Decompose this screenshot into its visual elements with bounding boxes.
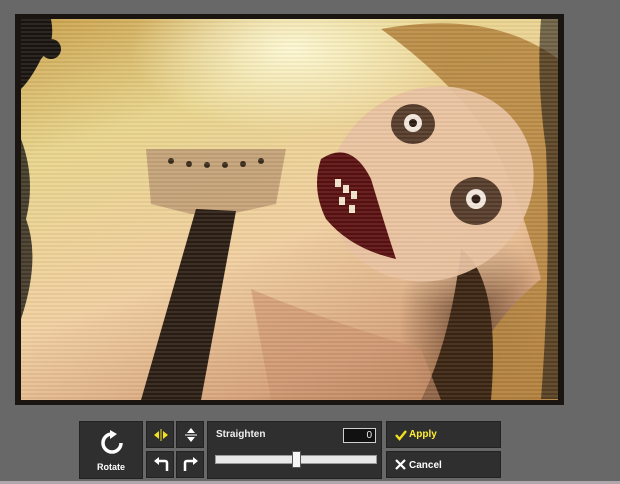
checkmark-icon — [395, 430, 407, 441]
edited-photo — [21, 19, 558, 400]
flip-horizontal-icon — [154, 429, 168, 441]
apply-label: Apply — [409, 429, 437, 440]
straighten-slider[interactable] — [215, 451, 377, 468]
straighten-panel: Straighten 0 — [207, 421, 382, 479]
straighten-slider-thumb[interactable] — [292, 451, 301, 468]
cancel-button[interactable]: Cancel — [386, 451, 501, 478]
straighten-value-input[interactable]: 0 — [343, 428, 376, 443]
close-icon — [395, 459, 406, 470]
straighten-label: Straighten — [216, 429, 266, 440]
flip-vertical-icon — [185, 428, 197, 442]
flip-vertical-button[interactable] — [176, 421, 204, 448]
rotate-button[interactable]: Rotate — [79, 421, 143, 479]
cancel-label: Cancel — [409, 460, 442, 471]
rotate-left-button[interactable] — [146, 451, 174, 478]
scanline-texture — [21, 19, 558, 400]
rotate-left-icon — [154, 457, 169, 471]
edit-toolbar: Rotate Straighten 0 Apply Cancel — [79, 421, 503, 479]
rotate-clockwise-icon — [101, 430, 123, 454]
photo-canvas — [15, 14, 564, 405]
apply-button[interactable]: Apply — [386, 421, 501, 448]
rotate-right-icon — [183, 457, 198, 471]
rotate-right-button[interactable] — [176, 451, 204, 478]
flip-horizontal-button[interactable] — [146, 421, 174, 448]
rotate-label: Rotate — [96, 462, 125, 472]
